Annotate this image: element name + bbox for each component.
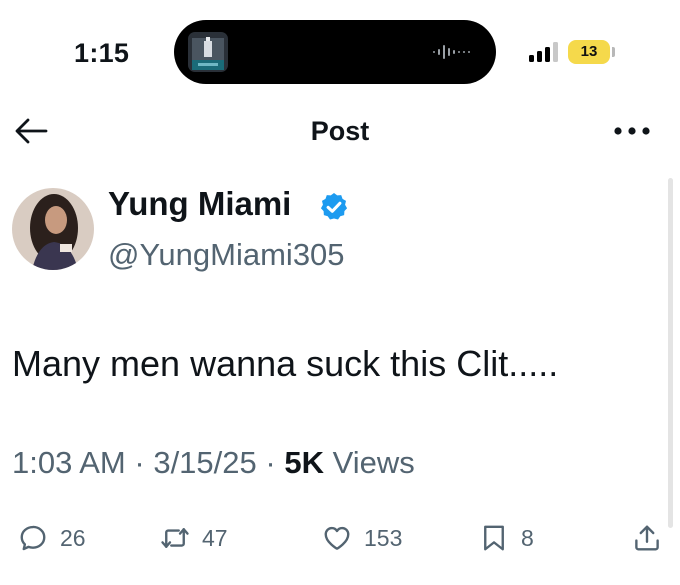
tweet-meta: 1:03 AM · 3/15/25 · 5K Views (12, 445, 415, 481)
like-count: 153 (364, 524, 403, 551)
like-button[interactable]: 153 (322, 520, 402, 556)
heart-icon (324, 526, 350, 550)
bookmark-count: 8 (521, 524, 534, 551)
meta-separator: · (134, 445, 145, 480)
views-count[interactable]: 5K (284, 445, 324, 480)
reply-icon (20, 525, 46, 551)
page-title: Post (310, 116, 370, 146)
share-icon (635, 525, 659, 551)
share-button[interactable] (632, 520, 662, 556)
repost-button[interactable]: 47 (160, 520, 228, 556)
repost-icon (161, 528, 189, 548)
verified-badge-icon[interactable] (318, 191, 350, 223)
meta-separator: · (265, 445, 276, 480)
tweet-date: 3/15/25 (153, 445, 257, 480)
views-label[interactable]: Views (333, 445, 415, 480)
cellular-signal-icon (529, 42, 561, 62)
reply-button[interactable]: 26 (18, 520, 86, 556)
reply-count: 26 (60, 524, 86, 551)
scrollbar[interactable] (668, 178, 673, 528)
more-horizontal-icon[interactable] (612, 124, 652, 138)
tweet-text: Many men wanna suck this Clit..... (12, 343, 559, 384)
dynamic-island[interactable] (174, 20, 496, 84)
tweet-time: 1:03 AM (12, 445, 126, 480)
status-time: 1:15 (74, 38, 130, 68)
battery-cap (612, 47, 615, 57)
repost-count: 47 (202, 524, 228, 551)
audio-waveform-icon (432, 42, 476, 62)
battery-icon: 13 (568, 40, 610, 64)
now-playing-artwork[interactable] (188, 32, 228, 72)
bookmark-button[interactable]: 8 (479, 520, 534, 556)
avatar[interactable] (12, 188, 94, 270)
author-handle[interactable]: @YungMiami305 (108, 237, 345, 273)
battery-level: 13 (580, 43, 598, 60)
bookmark-icon (484, 525, 504, 551)
author-name[interactable]: Yung Miami (108, 185, 291, 223)
